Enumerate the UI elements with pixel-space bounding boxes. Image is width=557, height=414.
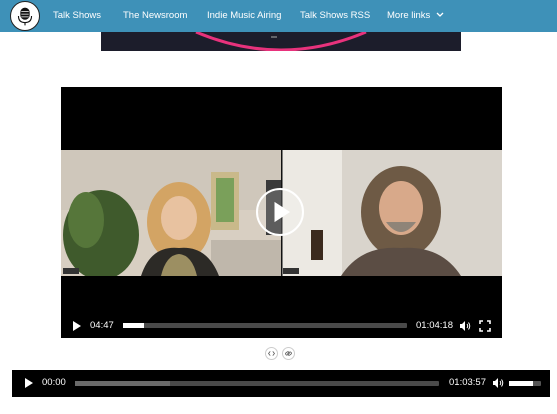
audio-play-button[interactable] bbox=[24, 373, 34, 393]
audio-buffered-fill bbox=[75, 381, 170, 386]
code-icon bbox=[268, 351, 275, 356]
nav-item-indie-music-airing[interactable]: Indie Music Airing bbox=[207, 0, 281, 32]
video-player[interactable]: 04:47 01:04:18 bbox=[61, 87, 502, 338]
site-logo[interactable] bbox=[10, 1, 40, 31]
audio-volume-button[interactable] bbox=[492, 377, 504, 397]
nav-item-label: Indie Music Airing bbox=[207, 10, 282, 21]
audio-volume-slider[interactable] bbox=[509, 381, 541, 386]
video-progress-fill bbox=[123, 323, 145, 328]
video-volume-button[interactable] bbox=[459, 320, 471, 340]
nav-item-talk-shows[interactable]: Talk Shows bbox=[53, 0, 101, 32]
video-controls: 04:47 01:04:18 bbox=[61, 316, 502, 336]
video-play-button[interactable] bbox=[72, 316, 82, 336]
play-icon bbox=[73, 321, 81, 331]
play-icon bbox=[274, 201, 291, 223]
top-navigation-bar: Talk Shows The Newsroom Indie Music Airi… bbox=[0, 0, 557, 32]
big-play-button[interactable] bbox=[256, 188, 304, 236]
embed-button[interactable] bbox=[265, 347, 278, 360]
fullscreen-icon bbox=[479, 320, 491, 332]
video-duration: 01:04:18 bbox=[416, 320, 453, 331]
copy-link-button[interactable] bbox=[282, 347, 295, 360]
video-current-time: 04:47 bbox=[90, 320, 114, 331]
audio-volume-level bbox=[509, 381, 533, 386]
speaker-icon bbox=[493, 378, 504, 388]
nav-item-the-newsroom[interactable]: The Newsroom bbox=[123, 0, 187, 32]
nav-item-talk-shows-rss[interactable]: Talk Shows RSS bbox=[300, 0, 370, 32]
nav-item-label: The Newsroom bbox=[123, 10, 188, 21]
nav-item-label: Talk Shows RSS bbox=[300, 10, 371, 21]
audio-duration: 01:03:57 bbox=[449, 377, 486, 388]
banner-image bbox=[101, 32, 461, 51]
audio-current-time: 00:00 bbox=[42, 377, 66, 388]
nav-item-more-links[interactable]: More links bbox=[387, 0, 444, 32]
nav-item-label: More links bbox=[387, 10, 431, 21]
video-seek-bar[interactable] bbox=[123, 323, 407, 328]
play-icon bbox=[25, 378, 33, 388]
speaker-icon bbox=[460, 321, 471, 331]
nav-item-label: Talk Shows bbox=[53, 10, 102, 21]
audio-seek-bar[interactable] bbox=[75, 381, 439, 386]
audio-player[interactable]: 00:00 01:03:57 bbox=[12, 370, 550, 397]
fullscreen-button[interactable] bbox=[479, 320, 491, 340]
link-icon bbox=[285, 351, 292, 356]
chevron-down-icon bbox=[436, 0, 444, 32]
